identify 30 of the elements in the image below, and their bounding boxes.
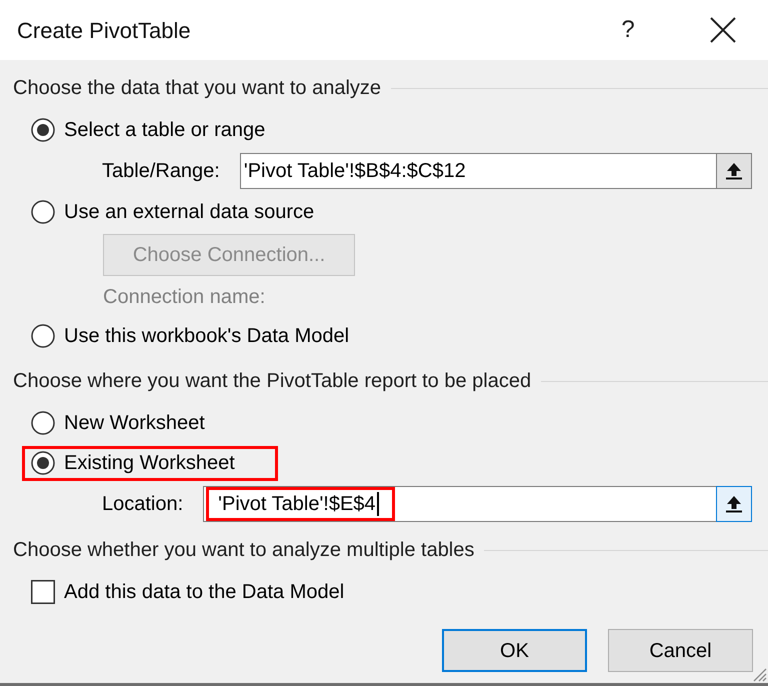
arrow-up-bar-icon: [725, 495, 743, 513]
section-heading: Choose the data that you want to analyze: [13, 76, 382, 101]
range-field[interactable]: 'Pivot Table'!$E$4: [203, 486, 716, 522]
option-label: Existing Worksheet: [64, 451, 235, 476]
radio-button[interactable]: [31, 200, 55, 224]
radio-button[interactable]: [31, 118, 55, 142]
radio-button[interactable]: [31, 411, 55, 435]
checkbox[interactable]: [31, 580, 55, 604]
section-heading: Choose where you want the PivotTable report to be placed: [13, 369, 532, 394]
radio-button[interactable]: [31, 451, 55, 475]
option-label: Use this workbook's Data Model: [64, 324, 350, 349]
option-label: Select a table or range: [64, 118, 266, 143]
help-button[interactable]: ?: [613, 12, 643, 48]
field-label: Table/Range:: [102, 159, 220, 184]
option-label: Use an external data source: [64, 200, 314, 225]
dialog-button[interactable]: Cancel: [608, 629, 753, 672]
collapse-button[interactable]: [716, 153, 752, 189]
arrow-up-bar-icon: [725, 162, 743, 180]
window-title: Create PivotTable: [17, 16, 191, 44]
option-label: New Worksheet: [64, 411, 205, 436]
connection-name-label: Connection name:: [103, 285, 266, 310]
close-icon[interactable]: [710, 17, 736, 43]
section-heading: Choose whether you want to analyze multiple tables: [13, 538, 474, 563]
resize-grip-icon[interactable]: [753, 668, 767, 682]
option-label: Add this data to the Data Model: [64, 580, 344, 605]
dialog-button[interactable]: OK: [442, 629, 587, 672]
field-label: Location:: [102, 492, 184, 517]
collapse-button[interactable]: [716, 486, 752, 522]
range-field[interactable]: 'Pivot Table'!$B$4:$C$12: [240, 153, 716, 189]
radio-button[interactable]: [31, 324, 55, 348]
